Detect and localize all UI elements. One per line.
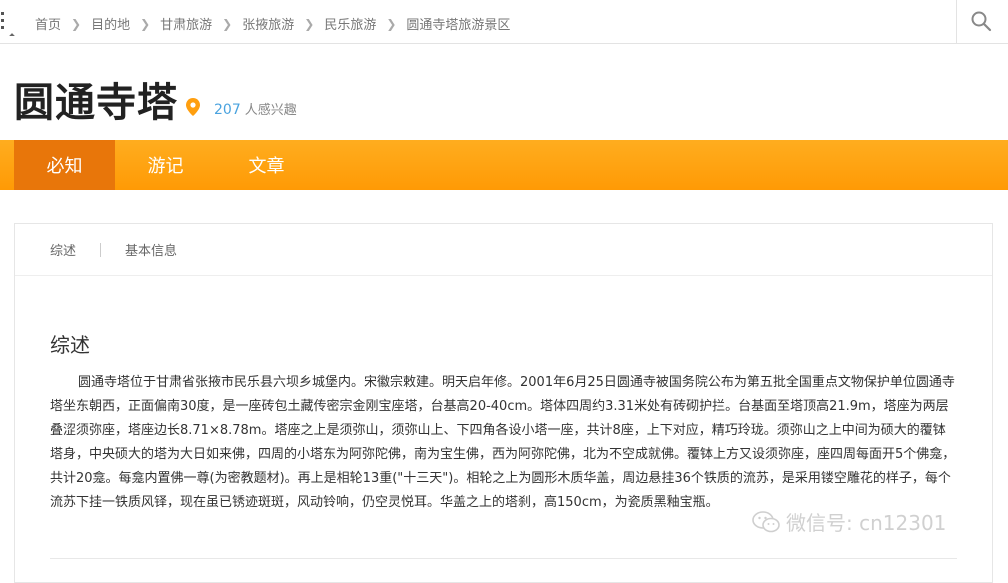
search-icon bbox=[971, 11, 992, 32]
subnav-basic-info[interactable]: 基本信息 bbox=[125, 240, 177, 259]
tab-articles[interactable]: 文章 bbox=[216, 140, 317, 190]
main-nav: 必知 游记 文章 bbox=[0, 140, 1008, 190]
search-button[interactable] bbox=[956, 0, 1008, 44]
breadcrumb-zhangye[interactable]: 张掖旅游 bbox=[242, 14, 294, 33]
breadcrumb-home[interactable]: 首页 bbox=[35, 14, 61, 33]
overview-paragraph: 圆通寺塔位于甘肃省张掖市民乐县六坝乡城堡内。宋徽宗敕建。明天启年修。2001年6… bbox=[50, 375, 956, 510]
chevron-right-icon: ❯ bbox=[222, 16, 233, 31]
breadcrumb-gansu[interactable]: 甘肃旅游 bbox=[160, 14, 212, 33]
location-pin-icon bbox=[186, 98, 200, 116]
menu-icon[interactable] bbox=[1, 12, 5, 32]
chevron-right-icon: ❯ bbox=[304, 16, 315, 31]
section-title: 综述 bbox=[50, 333, 90, 357]
corner-arrow-icon bbox=[9, 33, 15, 39]
chevron-right-icon: ❯ bbox=[140, 16, 151, 31]
top-bar: 首页 ❯ 目的地 ❯ 甘肃旅游 ❯ 张掖旅游 ❯ 民乐旅游 ❯ 圆通寺塔旅游景区 bbox=[0, 0, 1008, 44]
tab-travelogue[interactable]: 游记 bbox=[115, 140, 216, 190]
interest-count: 207 bbox=[214, 102, 241, 118]
breadcrumb-destination[interactable]: 目的地 bbox=[91, 14, 130, 33]
chevron-right-icon: ❯ bbox=[71, 16, 82, 31]
chevron-right-icon: ❯ bbox=[386, 16, 397, 31]
divider bbox=[50, 558, 957, 559]
breadcrumb-current[interactable]: 圆通寺塔旅游景区 bbox=[406, 14, 510, 33]
sub-nav: 综述 基本信息 bbox=[15, 224, 992, 276]
subnav-divider bbox=[100, 242, 102, 257]
wechat-icon bbox=[752, 510, 780, 532]
interest-label: 人感兴趣 bbox=[244, 103, 297, 118]
title-row: 圆通寺塔 207 人感兴趣 bbox=[14, 78, 297, 128]
watermark: 微信号: cn12301 bbox=[752, 507, 946, 536]
breadcrumb-minle[interactable]: 民乐旅游 bbox=[324, 14, 376, 33]
breadcrumb: 首页 ❯ 目的地 ❯ 甘肃旅游 ❯ 张掖旅游 ❯ 民乐旅游 ❯ 圆通寺塔旅游景区 bbox=[35, 14, 510, 34]
subnav-overview[interactable]: 综述 bbox=[50, 240, 76, 259]
tab-must-know[interactable]: 必知 bbox=[14, 140, 115, 190]
watermark-text: 微信号: cn12301 bbox=[786, 511, 947, 535]
page-title: 圆通寺塔 bbox=[14, 80, 178, 126]
